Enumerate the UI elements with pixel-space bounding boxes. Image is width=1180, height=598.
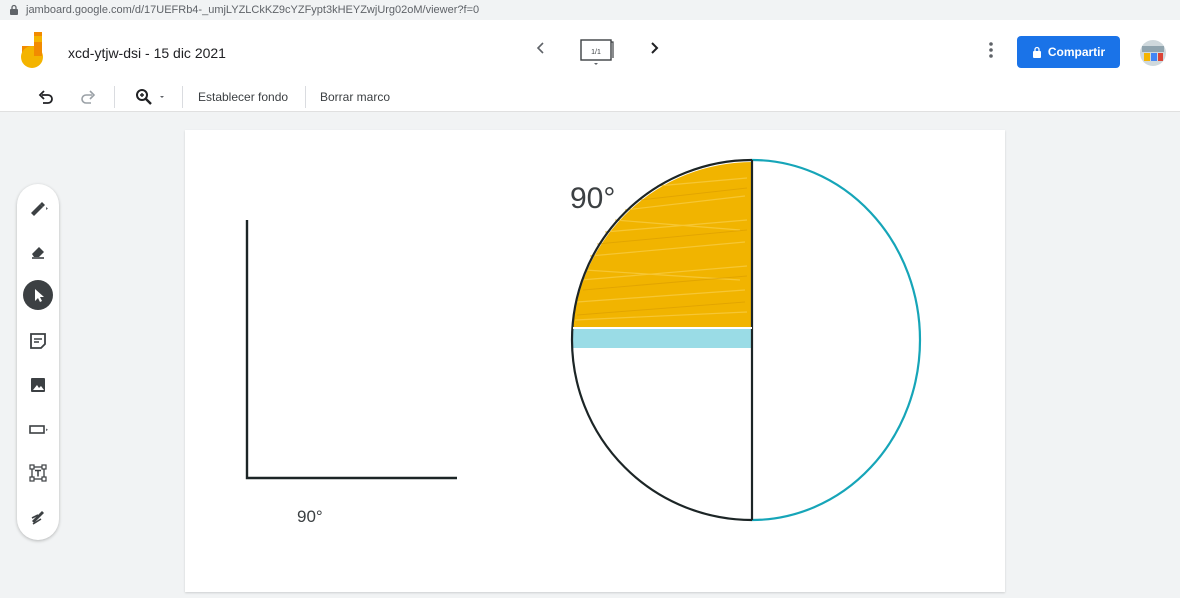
share-button[interactable]: Compartir bbox=[1017, 36, 1120, 68]
avatar[interactable] bbox=[1140, 40, 1166, 66]
document-name: xcd-ytjw-dsi bbox=[68, 45, 142, 61]
toolbar-divider bbox=[305, 86, 306, 108]
shape-tool[interactable] bbox=[23, 414, 53, 444]
right-angle-label: 90° bbox=[297, 507, 323, 526]
sticky-note-tool[interactable] bbox=[23, 326, 53, 356]
title-separator: - bbox=[141, 45, 154, 61]
document-date: 15 dic 2021 bbox=[153, 45, 226, 61]
sticky-note-icon bbox=[30, 333, 46, 349]
document-title[interactable]: xcd-ytjw-dsi - 15 dic 2021 bbox=[68, 45, 226, 61]
select-tool[interactable] bbox=[23, 280, 53, 310]
laser-tool[interactable] bbox=[23, 502, 53, 532]
avatar-image bbox=[1140, 40, 1166, 66]
laser-icon bbox=[31, 511, 44, 525]
previous-frame-button[interactable] bbox=[531, 38, 551, 58]
pen-icon bbox=[31, 202, 48, 216]
frame-counter: 1/1 bbox=[591, 49, 601, 56]
circle-right-arc bbox=[751, 158, 922, 522]
undo-icon[interactable] bbox=[36, 87, 56, 107]
frame-bar-button[interactable]: 1/1 bbox=[577, 37, 615, 67]
lock-icon bbox=[10, 4, 18, 15]
toolbar-divider bbox=[182, 86, 183, 108]
circle-angle-label: 90° bbox=[570, 182, 616, 215]
url-text: jamboard.google.com/d/17UEFRb4-_umjLYZLC… bbox=[26, 4, 480, 16]
pen-tool[interactable] bbox=[23, 192, 53, 222]
set-background-button[interactable]: Establecer fondo bbox=[198, 90, 288, 104]
jamboard-logo bbox=[21, 32, 43, 68]
address-bar[interactable]: jamboard.google.com/d/17UEFRb4-_umjLYZLC… bbox=[0, 0, 1180, 20]
frames-icon: 1/1 bbox=[580, 39, 614, 65]
zoom-icon[interactable] bbox=[134, 87, 154, 107]
eraser-icon bbox=[32, 247, 44, 259]
rectangle-icon bbox=[29, 425, 48, 434]
toolbar-divider bbox=[114, 86, 115, 108]
text-box-icon bbox=[29, 464, 47, 482]
redo-icon[interactable] bbox=[78, 87, 98, 107]
cursor-icon bbox=[35, 289, 44, 302]
image-tool[interactable] bbox=[23, 370, 53, 400]
image-icon bbox=[31, 378, 45, 392]
share-label: Compartir bbox=[1047, 45, 1106, 59]
clear-frame-button[interactable]: Borrar marco bbox=[320, 90, 390, 104]
right-angle-drawing bbox=[245, 220, 457, 480]
next-frame-button[interactable] bbox=[644, 38, 664, 58]
app-header: xcd-ytjw-dsi - 15 dic 2021 1/1 Compartir bbox=[0, 20, 1180, 82]
lock-icon bbox=[1032, 46, 1041, 58]
eraser-tool[interactable] bbox=[23, 236, 53, 266]
zoom-dropdown-icon[interactable] bbox=[156, 87, 168, 107]
more-options-icon[interactable] bbox=[981, 38, 1001, 62]
tool-palette bbox=[17, 184, 59, 540]
jam-canvas[interactable]: 90° 90° bbox=[185, 130, 1005, 592]
text-box-tool[interactable] bbox=[23, 458, 53, 488]
cyan-band bbox=[573, 328, 751, 348]
toolbar: Establecer fondo Borrar marco bbox=[0, 82, 1180, 112]
